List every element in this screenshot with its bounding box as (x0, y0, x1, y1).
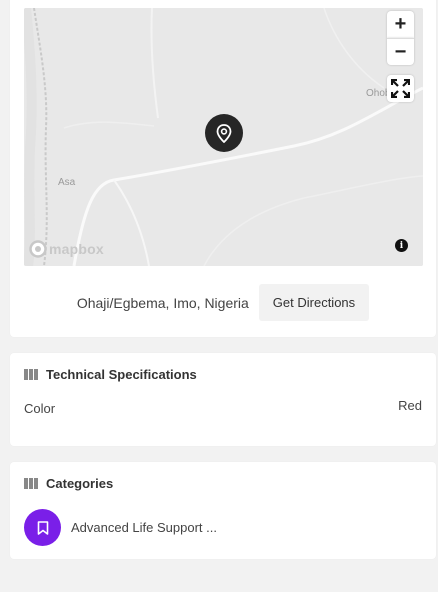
zoom-in-button[interactable]: + (387, 11, 414, 38)
info-icon[interactable]: i (395, 239, 408, 252)
mapbox-logo-text: mapbox (49, 241, 104, 257)
specs-header: Technical Specifications (24, 367, 197, 382)
fullscreen-button[interactable] (387, 75, 414, 102)
categories-title: Categories (46, 476, 114, 491)
map-pin-icon (216, 123, 232, 143)
bookmark-icon (37, 520, 48, 535)
location-address: Ohaji/Egbema, Imo, Nigeria (76, 294, 249, 311)
spec-row-color: Color Red (24, 398, 422, 416)
specs-title: Technical Specifications (46, 367, 197, 382)
category-label: Advanced Life Support ... (71, 520, 217, 535)
get-directions-button[interactable]: Get Directions (258, 284, 370, 321)
expand-icon (391, 79, 410, 98)
spec-value: Red (398, 398, 422, 413)
location-marker[interactable] (205, 114, 243, 152)
columns-icon (24, 478, 38, 489)
zoom-out-button[interactable]: − (387, 38, 414, 65)
location-map[interactable]: Ohoba Asa + − mapbox i (24, 8, 423, 266)
category-icon-badge (24, 509, 61, 546)
mapbox-logo[interactable]: mapbox (29, 240, 104, 258)
place-label-asa: Asa (58, 177, 76, 188)
columns-icon (24, 369, 38, 380)
categories-card: Categories Advanced Life Support ... (10, 462, 436, 559)
mapbox-logo-icon (29, 240, 47, 258)
category-item[interactable]: Advanced Life Support ... (24, 509, 217, 546)
categories-header: Categories (24, 476, 113, 491)
location-row: Ohaji/Egbema, Imo, Nigeria Get Direction… (10, 284, 436, 321)
location-card: Ohoba Asa + − mapbox i Ohaji/Egbema, Imo… (10, 0, 436, 337)
spec-label: Color (24, 401, 56, 416)
technical-specifications-card: Technical Specifications Color Red (10, 353, 436, 446)
